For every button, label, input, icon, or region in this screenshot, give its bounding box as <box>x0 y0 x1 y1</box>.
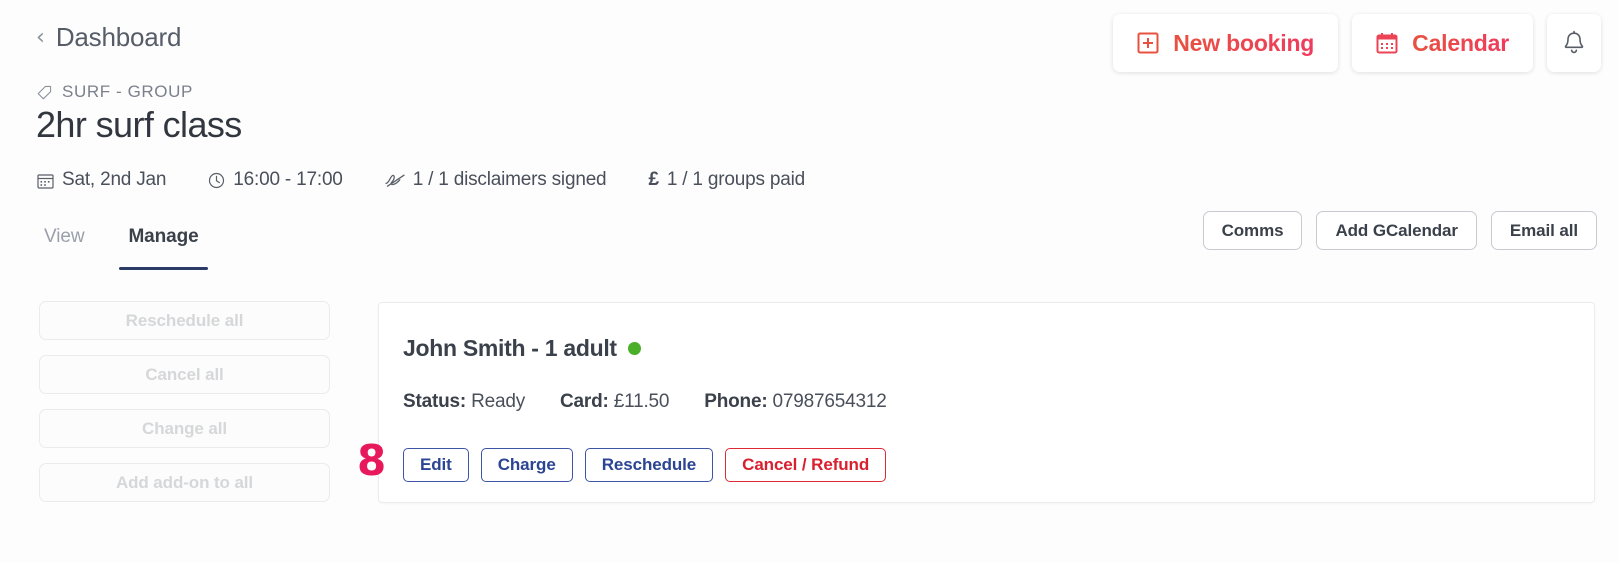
category-label: SURF - GROUP <box>37 82 193 102</box>
meta-time: 16:00 - 17:00 <box>208 169 343 191</box>
breadcrumb-label: Dashboard <box>55 22 182 52</box>
page-title: 2hr surf class <box>36 104 242 145</box>
change-all-button: Change all <box>39 409 330 448</box>
booking-phone-value: 07987654312 <box>772 391 887 412</box>
cancel-refund-button[interactable]: Cancel / Refund <box>725 448 887 482</box>
meta-disclaimers: 1 / 1 disclaimers signed <box>385 169 607 191</box>
notifications-button[interactable] <box>1547 14 1601 72</box>
reschedule-all-button: Reschedule all <box>39 301 330 340</box>
edit-button[interactable]: Edit <box>403 448 469 482</box>
comms-button[interactable]: Comms <box>1202 211 1303 250</box>
bell-icon <box>1561 30 1587 56</box>
booking-card: John Smith - 1 adult Status: Ready Card:… <box>378 302 1595 503</box>
calendar-button[interactable]: Calendar <box>1352 14 1533 72</box>
charge-button[interactable]: Charge <box>480 448 573 482</box>
booking-card-label: Card: <box>560 391 609 412</box>
booking-customer-name: John Smith - 1 adult <box>403 335 641 362</box>
chevron-left-icon: ‹ <box>36 24 45 50</box>
booking-status-label: Status: <box>403 391 466 412</box>
booking-phone-label: Phone: <box>704 391 768 412</box>
meta-time-text: 16:00 - 17:00 <box>233 169 343 190</box>
booking-status: Status: Ready <box>403 391 525 413</box>
booking-card-amount: Card: £11.50 <box>560 391 669 413</box>
breadcrumb-dashboard[interactable]: ‹ Dashboard <box>36 22 181 53</box>
new-booking-button[interactable]: New booking <box>1113 14 1339 72</box>
calendar-label: Calendar <box>1412 29 1509 56</box>
booking-card-value: £11.50 <box>613 391 670 412</box>
meta-payments-text: 1 / 1 groups paid <box>666 169 805 190</box>
signature-icon <box>385 172 405 189</box>
email-all-button[interactable]: Email all <box>1490 211 1597 250</box>
booking-meta-row: Sat, 2nd Jan 16:00 - 17:00 1 / 1 disclai… <box>37 169 805 191</box>
pound-icon: £ <box>648 169 659 190</box>
reschedule-button[interactable]: Reschedule <box>584 448 714 482</box>
booking-phone: Phone: 07987654312 <box>704 391 887 413</box>
tab-manage[interactable]: Manage <box>119 226 208 270</box>
booking-card-actions: Edit Charge Reschedule Cancel / Refund <box>403 448 887 482</box>
add-addon-to-all-button: Add add-on to all <box>39 463 330 502</box>
view-manage-tabs: View Manage <box>44 226 208 270</box>
meta-payments: £ 1 / 1 groups paid <box>648 169 805 191</box>
meta-date-text: Sat, 2nd Jan <box>62 169 167 190</box>
bulk-actions-panel: Reschedule all Cancel all Change all Add… <box>39 301 330 502</box>
meta-disclaimers-text: 1 / 1 disclaimers signed <box>412 169 607 190</box>
plus-square-icon <box>1137 32 1159 54</box>
booking-details: Status: Ready Card: £11.50 Phone: 079876… <box>403 391 887 413</box>
calendar-icon <box>37 172 54 189</box>
new-booking-label: New booking <box>1173 29 1315 56</box>
status-dot-icon <box>627 342 641 355</box>
cancel-all-button: Cancel all <box>39 355 330 394</box>
category-text: SURF - GROUP <box>62 82 193 101</box>
meta-date: Sat, 2nd Jan <box>37 169 166 191</box>
booking-customer-name-text: John Smith - 1 adult <box>403 335 617 361</box>
calendar-icon <box>1376 32 1398 54</box>
tag-icon <box>37 85 52 100</box>
top-action-bar: New booking Calendar <box>1113 14 1601 72</box>
booking-status-value: Ready <box>471 391 526 412</box>
booking-manage-page: ‹ Dashboard New booking Calendar SURF - … <box>0 0 1619 563</box>
tab-view[interactable]: View <box>44 226 85 270</box>
add-gcalendar-button[interactable]: Add GCalendar <box>1316 211 1477 250</box>
clock-icon <box>208 172 225 189</box>
secondary-action-bar: Comms Add GCalendar Email all <box>1202 211 1597 250</box>
